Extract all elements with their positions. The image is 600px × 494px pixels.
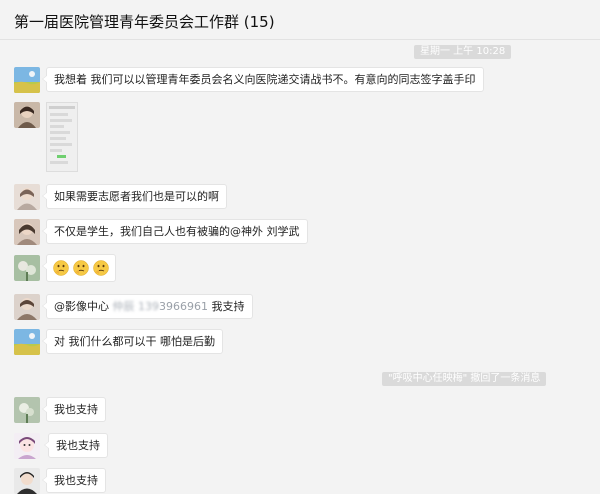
message-bubble[interactable]: 我也支持 bbox=[44, 433, 108, 458]
message-list[interactable]: 星期一 上午 10:28 我想着 我们可以以管理青年委员会名义向医院递交请战书不… bbox=[0, 40, 600, 494]
screenshot-thumbnail bbox=[47, 103, 77, 171]
message-bubble[interactable]: 我想着 我们可以以管理青年委员会名义向医院递交请战书不。有意向的同志签字盖手印 bbox=[42, 67, 484, 92]
avatar[interactable] bbox=[14, 468, 40, 494]
avatar[interactable] bbox=[14, 219, 40, 245]
thinking-emoji-icon bbox=[93, 260, 109, 276]
message-bubble[interactable]: 我也支持 bbox=[42, 468, 106, 493]
message-bubble[interactable]: 我也支持 bbox=[42, 397, 106, 422]
avatar[interactable] bbox=[14, 329, 40, 355]
phone-tail: 3966961 bbox=[159, 300, 208, 313]
avatar-person-icon bbox=[14, 294, 40, 320]
message-bubble[interactable]: 对 我们什么都可以干 哪怕是后勤 bbox=[42, 329, 223, 354]
message-suffix: 我支持 bbox=[211, 300, 245, 313]
thinking-emoji-icon bbox=[53, 260, 69, 276]
recall-notice: "呼吸中心任映梅" 撤回了一条消息 bbox=[382, 372, 547, 386]
image-message[interactable] bbox=[46, 102, 78, 172]
thinking-emoji-icon bbox=[73, 260, 89, 276]
avatar[interactable] bbox=[14, 433, 40, 459]
emoji-message[interactable] bbox=[42, 254, 116, 282]
avatar[interactable] bbox=[14, 184, 40, 210]
chat-title: 第一届医院管理青年委员会工作群 (15) bbox=[14, 13, 275, 31]
redacted-text: 仲辰 139 bbox=[112, 300, 160, 313]
avatar[interactable] bbox=[14, 102, 40, 128]
avatar-flower-icon bbox=[14, 397, 40, 423]
mention-text[interactable]: @影像中心 bbox=[54, 300, 109, 313]
message-bubble[interactable]: 不仅是学生，我们自己人也有被骗的@神外 刘学武 bbox=[42, 219, 308, 244]
avatar[interactable] bbox=[14, 255, 40, 281]
message-bubble[interactable]: 如果需要志愿者我们也是可以的啊 bbox=[42, 184, 227, 209]
avatar-landscape-icon bbox=[14, 67, 40, 93]
avatar-person-icon bbox=[14, 184, 40, 210]
avatar-person-icon bbox=[14, 102, 40, 128]
avatar-cartoon-icon bbox=[14, 433, 40, 459]
avatar[interactable] bbox=[14, 397, 40, 423]
message-bubble[interactable]: @影像中心 仲辰 1393966961 我支持 bbox=[42, 294, 253, 319]
avatar[interactable] bbox=[14, 294, 40, 320]
avatar-landscape-icon bbox=[14, 329, 40, 355]
avatar-person-icon bbox=[14, 468, 40, 494]
avatar-person-icon bbox=[14, 219, 40, 245]
avatar[interactable] bbox=[14, 67, 40, 93]
chat-header: 第一届医院管理青年委员会工作群 (15) bbox=[0, 0, 600, 40]
avatar-flower-icon bbox=[14, 255, 40, 281]
timestamp-badge: 星期一 上午 10:28 bbox=[414, 45, 512, 59]
